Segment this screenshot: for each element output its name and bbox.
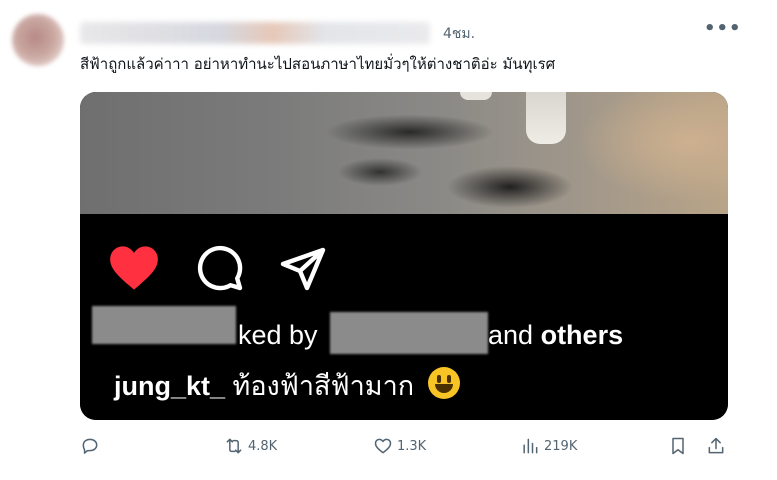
views-button[interactable]: 219K	[520, 436, 577, 456]
instagram-screenshot: ked by and others jung_kt_ ท้องฟ้าสีฟ้าม…	[80, 214, 728, 420]
ig-caption-user: jung_kt_	[114, 371, 226, 401]
retweet-icon	[226, 438, 242, 454]
reply-button[interactable]	[80, 436, 104, 456]
tweet-actions: 4.8K 1.3K 219K	[80, 436, 730, 462]
and-others-text: and others	[488, 320, 624, 350]
like-count: 1.3K	[397, 438, 427, 454]
comment-icon	[197, 245, 243, 291]
redacted-username	[330, 312, 488, 354]
reply-icon	[82, 438, 98, 454]
bookmark-button[interactable]	[668, 436, 688, 456]
tweet-timestamp[interactable]: 4ชม.	[443, 23, 475, 45]
retweet-button[interactable]: 4.8K	[224, 436, 277, 456]
more-options-icon[interactable]: •••	[704, 20, 742, 38]
heart-icon	[110, 246, 158, 290]
tweet-media[interactable]: ked by and others jung_kt_ ท้องฟ้าสีฟ้าม…	[80, 92, 728, 420]
views-icon	[523, 438, 538, 454]
like-icon	[374, 438, 392, 454]
smile-emoji-icon	[427, 367, 460, 399]
shoe-shape	[460, 92, 492, 100]
tweet-text: สีฟ้าถูกแล้วค่าาา อย่าหาทำนะไปสอนภาษาไทย…	[80, 55, 556, 73]
share-icon	[708, 437, 724, 454]
views-count: 219K	[544, 438, 578, 454]
like-button[interactable]: 1.3K	[373, 436, 426, 456]
media-photo	[80, 92, 728, 214]
ig-caption: jung_kt_ ท้องฟ้าสีฟ้ามาก	[114, 364, 460, 407]
send-icon	[280, 247, 326, 291]
author-avatar[interactable]	[12, 14, 64, 66]
liked-by-text: ked by	[238, 320, 318, 350]
author-name-redacted[interactable]	[80, 22, 430, 44]
shoe-shape	[526, 92, 566, 144]
bookmark-icon	[672, 437, 684, 455]
share-button[interactable]	[706, 436, 726, 456]
redacted-username	[92, 306, 236, 344]
retweet-count: 4.8K	[248, 438, 278, 454]
ig-caption-text: ท้องฟ้าสีฟ้ามาก	[232, 371, 415, 401]
